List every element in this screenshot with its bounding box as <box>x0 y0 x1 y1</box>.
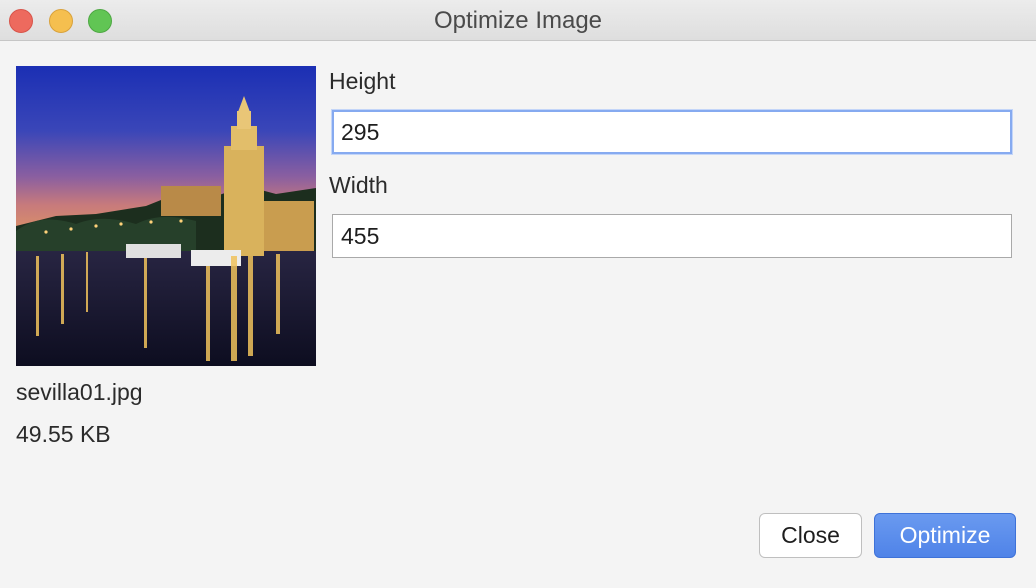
image-preview <box>16 66 316 366</box>
optimize-button[interactable]: Optimize <box>874 513 1016 558</box>
window-title: Optimize Image <box>433 7 603 34</box>
image-file-size: 49.55 KB <box>16 421 111 447</box>
height-label: Height <box>329 68 396 94</box>
optimize-image-dialog: Optimize Image sevilla01.jpg 49.55 KB He… <box>0 0 1036 588</box>
image-file-name: sevilla01.jpg <box>16 379 143 405</box>
close-button[interactable]: Close <box>759 513 862 558</box>
width-input[interactable] <box>332 214 1012 258</box>
width-label: Width <box>329 172 388 198</box>
height-input[interactable] <box>332 110 1012 154</box>
title-bar: Optimize Image <box>0 0 1036 41</box>
